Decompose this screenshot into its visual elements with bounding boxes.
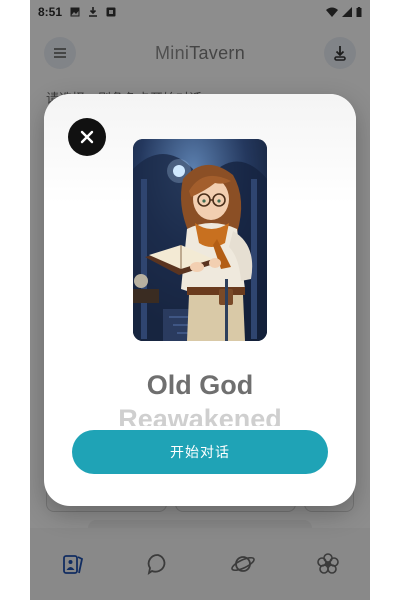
close-icon <box>80 130 94 144</box>
character-card-modal: Old God Reawakened 开始对话 <box>44 94 356 506</box>
close-button[interactable] <box>68 118 106 156</box>
start-chat-button[interactable]: 开始对话 <box>72 430 328 474</box>
left-gutter <box>0 0 30 600</box>
character-portrait-illustration <box>133 139 267 341</box>
phone-screen: 8:51 MiniTavern 请选择一则角色卡开始对话： <box>30 0 370 600</box>
character-portrait <box>133 139 267 341</box>
character-name: Old God <box>146 370 254 400</box>
character-name-continued: Reawakened <box>118 404 282 426</box>
right-gutter <box>370 0 400 600</box>
